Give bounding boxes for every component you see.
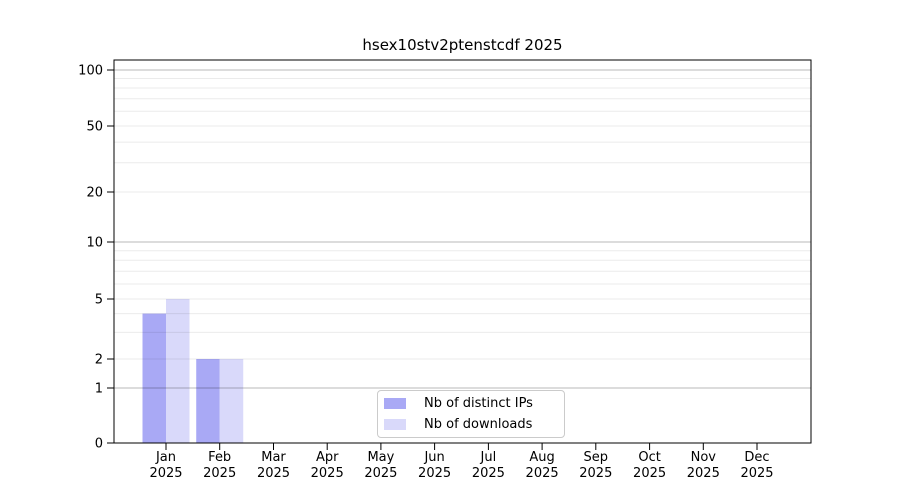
x-tick-label-year: 2025 — [203, 466, 236, 481]
x-tick-label-year: 2025 — [687, 466, 720, 481]
x-tick-label-year: 2025 — [418, 466, 451, 481]
y-tick-label: 10 — [86, 236, 103, 251]
bar-downloads-jan — [166, 299, 190, 443]
x-tick-label-year: 2025 — [149, 466, 182, 481]
x-tick-label-year: 2025 — [526, 466, 559, 481]
x-tick-label-year: 2025 — [633, 466, 666, 481]
bar-downloads-feb — [219, 359, 244, 443]
y-tick-label: 1 — [95, 382, 103, 397]
x-tick-label-month: Jan — [155, 450, 176, 465]
legend-item-distinct-ips: Nb of distinct IPs — [384, 395, 564, 412]
x-tick-label-month: Dec — [744, 450, 769, 465]
x-tick-label-month: May — [367, 450, 394, 465]
chart-figure: hsex10stv2ptenstcdf 2025 0 1 2 5 10 20 50 100 Ja… — [0, 0, 900, 500]
x-tick-label-month: Jul — [480, 450, 497, 465]
x-tick-label-year: 2025 — [257, 466, 290, 481]
x-tick-label-month: Aug — [529, 450, 554, 465]
x-tick-label-month: Sep — [584, 450, 609, 465]
x-tick-label-year: 2025 — [364, 466, 397, 481]
x-tick-label-month: Nov — [691, 450, 717, 465]
bar-distinct-ips-jan — [142, 313, 166, 443]
legend-item-downloads: Nb of downloads — [384, 416, 564, 433]
y-tick-label: 100 — [78, 64, 103, 79]
x-tick-label-year: 2025 — [472, 466, 505, 481]
legend-swatch-distinct-ips — [384, 398, 406, 409]
legend-swatch-downloads — [384, 419, 406, 430]
y-tick-label: 20 — [86, 186, 103, 201]
x-tick-label-month: Apr — [316, 450, 339, 465]
legend-label-distinct-ips: Nb of distinct IPs — [424, 396, 533, 411]
x-tick-label-month: Oct — [638, 450, 660, 465]
x-tick-label-month: Mar — [261, 450, 286, 465]
x-tick-label-month: Jun — [423, 450, 444, 465]
x-tick-label-year: 2025 — [579, 466, 612, 481]
legend-label-downloads: Nb of downloads — [424, 417, 533, 432]
y-tick-label: 5 — [95, 293, 103, 308]
y-tick-label: 50 — [86, 120, 103, 135]
x-tick-label-year: 2025 — [311, 466, 344, 481]
legend: Nb of distinct IPs Nb of downloads — [377, 390, 565, 438]
x-tick-label-year: 2025 — [740, 466, 773, 481]
y-tick-label: 2 — [95, 353, 103, 368]
x-tick-label-month: Feb — [208, 450, 231, 465]
y-tick-label: 0 — [95, 437, 103, 452]
bar-distinct-ips-feb — [196, 359, 220, 443]
